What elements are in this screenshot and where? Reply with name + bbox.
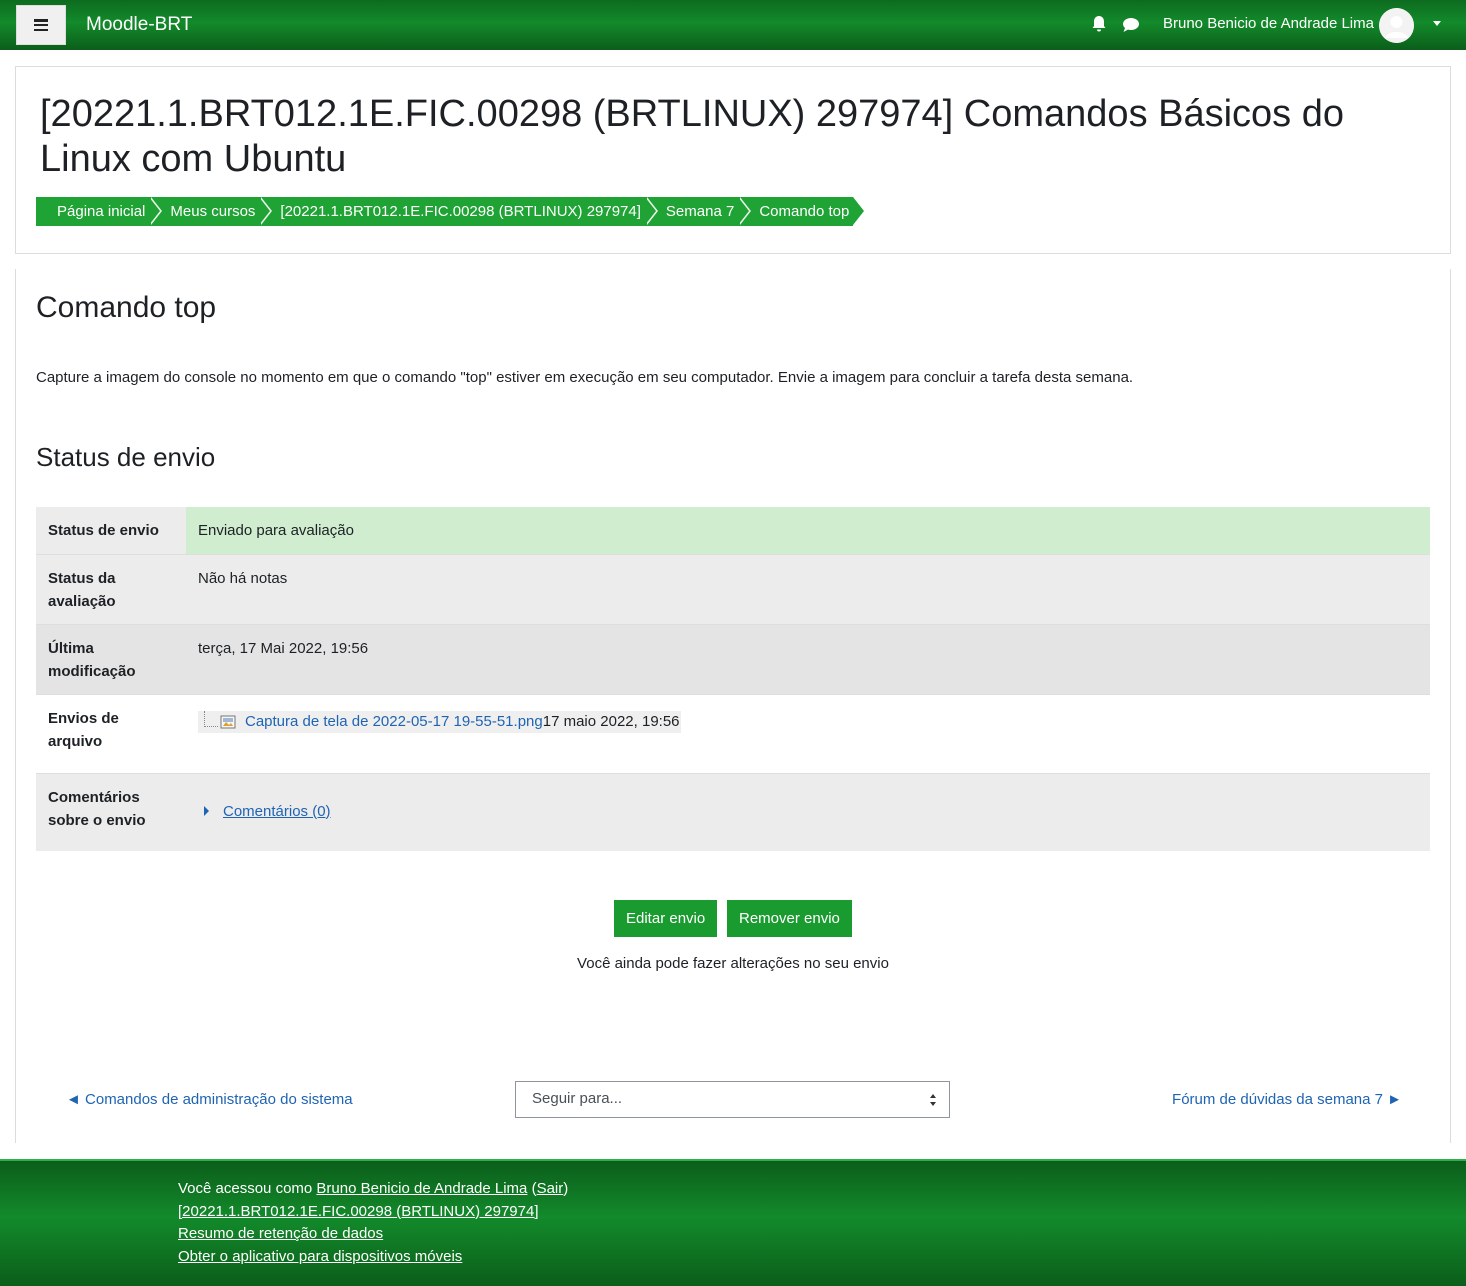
- next-activity-link[interactable]: Fórum de dúvidas da semana 7 ►: [1172, 1091, 1402, 1108]
- avatar[interactable]: [1379, 8, 1414, 43]
- comments-cell: Comentários (0): [186, 772, 1430, 851]
- assignment-heading: Comando top: [36, 291, 217, 324]
- side-drawer-toggle-button[interactable]: [16, 5, 66, 45]
- breadcrumb-item-home[interactable]: Página inicial: [36, 197, 163, 226]
- bell-icon[interactable]: [1091, 15, 1107, 33]
- comments-toggle-label: Comentários (0): [223, 802, 331, 820]
- mobile-app-link[interactable]: Obter o aplicativo para dispositivos móv…: [178, 1248, 462, 1265]
- breadcrumb-item-week[interactable]: Semana 7: [644, 197, 752, 226]
- submission-status-table: Status de envio Enviado para avaliação S…: [36, 507, 1430, 851]
- user-menu-name[interactable]: Bruno Benicio de Andrade Lima: [1163, 15, 1374, 32]
- table-row: Status da avaliação Não há notas: [36, 553, 1430, 624]
- remove-submission-button[interactable]: Remover envio: [727, 900, 852, 937]
- page-footer: Você acessou como Bruno Benicio de Andra…: [0, 1159, 1466, 1286]
- image-file-icon: [220, 715, 236, 728]
- breadcrumb: Página inicial Meus cursos [20221.1.BRT0…: [36, 197, 865, 226]
- table-row: Envios de arquivo Captura de tela de 202…: [36, 693, 1430, 773]
- footer-course-link[interactable]: [20221.1.BRT012.1E.FIC.00298 (BRTLINUX) …: [178, 1203, 539, 1220]
- menu-icon: [34, 19, 48, 31]
- file-submissions-cell: Captura de tela de 2022-05-17 19-55-51.p…: [186, 693, 1430, 773]
- submission-editable-note: Você ainda pode fazer alterações no seu …: [577, 955, 889, 972]
- table-row: Status de envio Enviado para avaliação: [36, 507, 1430, 554]
- submission-status-value: Enviado para avaliação: [186, 507, 1430, 554]
- chat-icon[interactable]: [1122, 17, 1140, 33]
- last-modified-value: terça, 17 Mai 2022, 19:56: [186, 623, 1430, 694]
- breadcrumb-item-my-courses[interactable]: Meus cursos: [149, 197, 273, 226]
- main-region: Comando top Capture a imagem do console …: [15, 269, 1451, 1143]
- submission-status-heading: Status de envio: [36, 442, 216, 472]
- jump-to-placeholder: Seguir para...: [532, 1090, 623, 1107]
- row-label: Envios de arquivo: [36, 693, 186, 773]
- comments-toggle-link[interactable]: Comentários (0): [198, 800, 331, 823]
- login-info-prefix: Você acessou como: [178, 1180, 313, 1197]
- site-brand-link[interactable]: Moodle-BRT: [86, 14, 192, 36]
- footer-user-link[interactable]: Bruno Benicio de Andrade Lima: [316, 1180, 527, 1197]
- breadcrumb-item-course[interactable]: [20221.1.BRT012.1E.FIC.00298 (BRTLINUX) …: [259, 197, 658, 226]
- edit-submission-button[interactable]: Editar envio: [614, 900, 718, 937]
- logout-link[interactable]: Sair: [537, 1180, 564, 1197]
- row-label: Status da avaliação: [36, 553, 186, 624]
- row-label: Comentários sobre o envio: [36, 772, 186, 851]
- previous-activity-link[interactable]: ◄ Comandos de administração do sistema: [66, 1091, 353, 1108]
- caret-down-icon[interactable]: [1433, 21, 1441, 26]
- table-row: Comentários sobre o envio Comentários (0…: [36, 772, 1430, 851]
- top-navbar: Moodle-BRT Bruno Benicio de Andrade Lima: [0, 0, 1466, 50]
- table-row: Última modificação terça, 17 Mai 2022, 1…: [36, 623, 1430, 694]
- submitted-file-date: 17 maio 2022, 19:56: [542, 713, 680, 730]
- data-retention-link[interactable]: Resumo de retenção de dados: [178, 1225, 383, 1242]
- submitted-file-link[interactable]: Captura de tela de 2022-05-17 19-55-51.p…: [245, 710, 543, 733]
- avatar-silhouette-icon: [1379, 8, 1414, 43]
- file-tree-item: Captura de tela de 2022-05-17 19-55-51.p…: [198, 710, 681, 733]
- jump-to-select[interactable]: Seguir para...: [515, 1081, 950, 1118]
- grading-status-value: Não há notas: [186, 553, 1430, 624]
- footer-links: Você acessou como Bruno Benicio de Andra…: [178, 1178, 568, 1268]
- page-header: [20221.1.BRT012.1E.FIC.00298 (BRTLINUX) …: [15, 66, 1451, 254]
- breadcrumb-item-current[interactable]: Comando top: [738, 197, 865, 226]
- select-arrows-icon: [930, 1094, 936, 1106]
- row-label: Status de envio: [36, 507, 186, 554]
- assignment-intro: Capture a imagem do console no momento e…: [36, 369, 1134, 386]
- page-title: [20221.1.BRT012.1E.FIC.00298 (BRTLINUX) …: [40, 93, 1345, 180]
- row-label: Última modificação: [36, 623, 186, 694]
- login-info: Você acessou como Bruno Benicio de Andra…: [178, 1180, 569, 1197]
- caret-right-icon: [204, 806, 209, 816]
- tree-connector: [204, 710, 218, 727]
